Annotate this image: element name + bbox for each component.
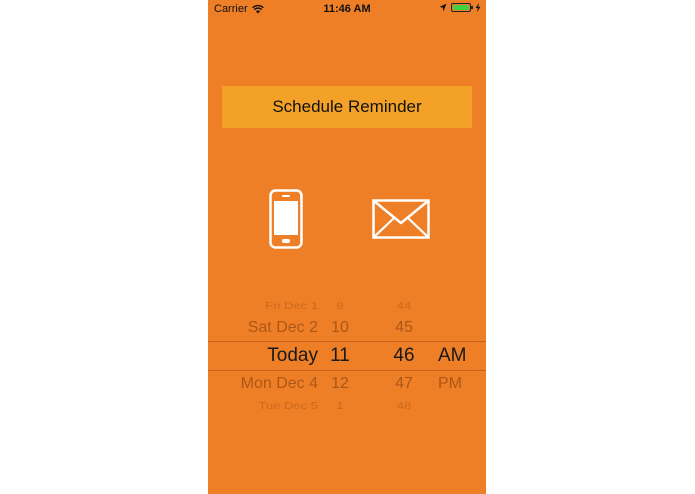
picker-minute: 45 [395,319,413,336]
picker-minute: 47 [395,375,413,392]
location-arrow-icon [439,3,447,12]
picker-row[interactable]: Tue Dec 5 1 48 [208,396,486,417]
picker-hour: 10 [331,319,349,336]
battery-level [453,5,469,10]
picker-date: Sat Dec 2 [247,319,318,336]
schedule-reminder-label: Schedule Reminder [272,97,422,116]
picker-hour: 1 [336,400,344,412]
charging-bolt-icon [475,3,481,12]
schedule-reminder-button[interactable]: Schedule Reminder [222,86,472,128]
status-bar: Carrier 11:46 AM [208,0,486,18]
battery-icon [451,3,473,12]
envelope-icon[interactable] [372,199,430,239]
picker-row[interactable]: Sat Dec 2 10 45 [208,314,486,342]
picker-row-selected[interactable]: Today 11 46 AM [208,342,486,370]
app-screen: Carrier 11:46 AM Schedule Reminder Fri D… [208,0,486,494]
picker-ampm-selected: AM [438,345,467,366]
picker-row[interactable]: Mon Dec 4 12 47 PM [208,370,486,398]
picker-minute: 48 [396,400,412,412]
picker-date: Tue Dec 5 [258,400,319,412]
picker-date: Mon Dec 4 [240,375,318,392]
battery-cap [471,6,473,9]
smartphone-icon[interactable] [269,189,303,249]
picker-minute-selected: 46 [393,345,415,366]
date-time-picker[interactable]: Fri Dec 1 9 44 Sat Dec 2 10 45 Today 11 … [208,292,486,414]
picker-hour-selected: 11 [330,345,350,366]
picker-hour: 12 [331,375,349,392]
picker-ampm: PM [438,375,462,392]
picker-date-selected: Today [267,345,318,366]
status-right [439,3,481,12]
